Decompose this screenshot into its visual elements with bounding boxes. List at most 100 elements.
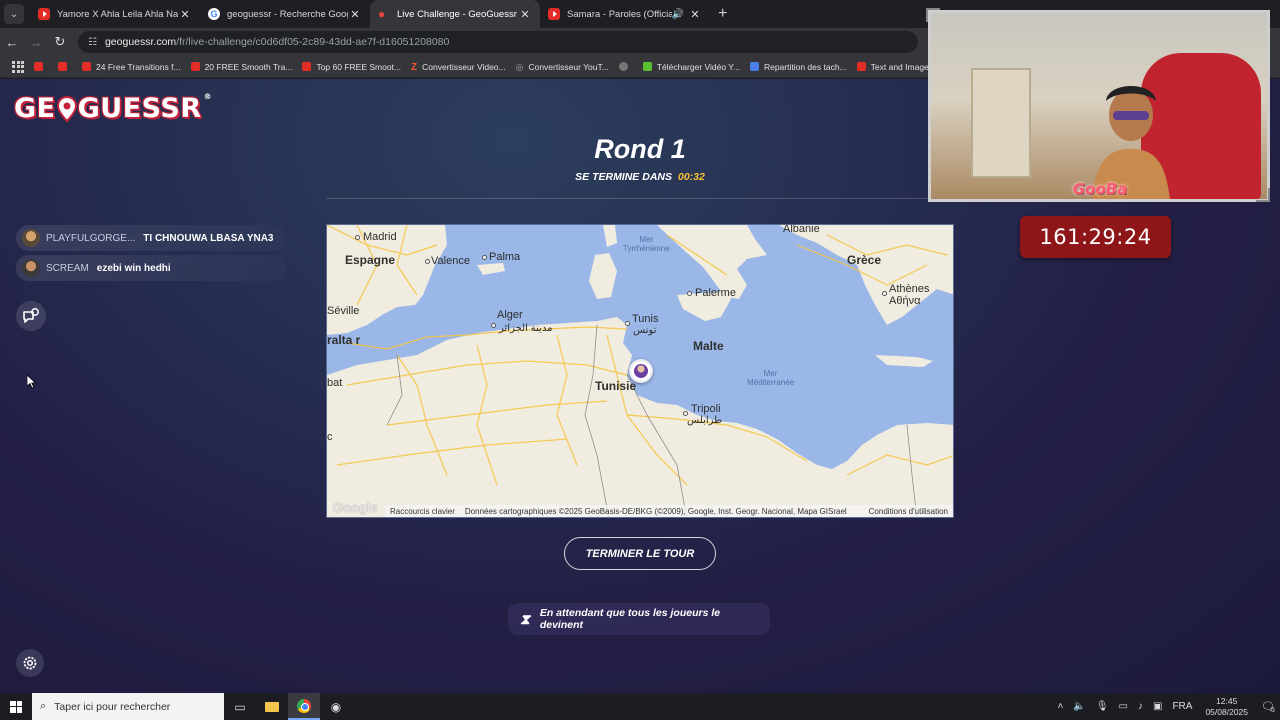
clock-date: 05/08/2025 — [1205, 706, 1248, 717]
bookmark[interactable]: Repartition des tach... — [749, 61, 847, 72]
start-button[interactable] — [0, 693, 32, 720]
browser-tab-active[interactable]: ● Live Challenge - GeoGuessr ✕ — [370, 0, 540, 28]
site-info-icon[interactable]: ☷ — [88, 37, 97, 48]
task-view-button[interactable]: ▭ — [224, 693, 256, 720]
browser-tab[interactable]: G geoguessr - Recherche Google ✕ — [200, 0, 370, 28]
bookmark-label: Convertisseur Video... — [422, 61, 506, 72]
browser-tab[interactable]: Samara - Paroles (Official M 🔊 ✕ — [540, 0, 710, 28]
youtube-icon — [34, 62, 43, 71]
countdown-timer: 00:32 — [677, 171, 705, 183]
app-taskbar-button[interactable]: ◉ — [320, 693, 352, 720]
webcam-furniture — [971, 68, 1031, 178]
notification-count: 5 — [1271, 707, 1275, 714]
tab-title: Yamore X Ahla Leila Ahla Nas (I — [57, 8, 178, 20]
bookmark-label: Repartition des tach... — [763, 61, 847, 72]
clock[interactable]: 12:45 05/08/2025 — [1205, 696, 1248, 718]
geoguessr-icon: ● — [378, 7, 386, 21]
bookmark[interactable]: ◎ Convertisseur YouT... — [515, 62, 609, 73]
chat-text: TI CHNOUWA LBASA YNA3 — [143, 232, 274, 244]
download-icon — [642, 62, 652, 71]
language-indicator[interactable]: FRA — [1172, 701, 1192, 712]
avatar — [22, 229, 40, 247]
map-label: Tunisie — [595, 379, 637, 393]
geoguessr-logo[interactable]: GE GUESSR ® — [14, 92, 213, 124]
mouse-cursor-icon — [27, 375, 37, 389]
map-attribution: Données cartographiques ©2025 GeoBasis-D… — [464, 506, 847, 516]
city-dot — [482, 255, 487, 260]
map-label: Séville — [327, 305, 360, 317]
guess-map[interactable]: Madrid Espagne Valence Palma Séville ral… — [326, 224, 954, 518]
google-logo: Google — [333, 500, 378, 515]
youtube-icon — [548, 8, 560, 20]
taskbar-search[interactable]: ⌕ Taper ici pour rechercher — [32, 693, 224, 720]
map-label: Palerme — [695, 287, 736, 299]
map-label: ralta r — [327, 333, 361, 347]
speaker-icon[interactable]: 🔊 — [672, 9, 684, 20]
file-explorer-button[interactable] — [256, 693, 288, 720]
finish-round-button[interactable]: TERMINER LE TOUR — [564, 537, 716, 570]
device-icon[interactable]: ▣ — [1153, 701, 1162, 712]
close-icon[interactable]: ✕ — [178, 8, 192, 21]
bookmark[interactable]: Top 60 FREE Smoot... — [302, 62, 401, 72]
network-icon[interactable]: ▭ — [1119, 701, 1128, 712]
browser-tab[interactable]: Yamore X Ahla Leila Ahla Nas (I ✕ — [30, 0, 200, 28]
city-dot — [425, 259, 430, 264]
task-view-icon: ▭ — [234, 699, 246, 714]
player-guess-marker[interactable] — [629, 359, 653, 383]
map-label: bat — [327, 377, 343, 389]
ends-in-label: SE TERMINE DANS — [575, 171, 672, 183]
google-icon: G — [208, 8, 220, 20]
notification-center-button[interactable]: 🗨 5 — [1256, 693, 1280, 720]
map-label: طرابلس — [687, 415, 723, 426]
close-icon[interactable]: ✕ — [348, 8, 362, 21]
volume-icon[interactable]: ♪ — [1138, 701, 1143, 712]
sea-label: Mer Méditerranée — [747, 369, 795, 387]
system-tray: ˄ 🔈 🎙 ▭ ♪ ▣ FRA 12:45 05/08/2025 🗨 5 — [1053, 693, 1280, 720]
city-dot — [882, 291, 887, 296]
bookmark[interactable]: 20 FREE Smooth Tra... — [190, 62, 292, 72]
close-icon[interactable]: ✕ — [518, 8, 532, 21]
webcam-frame-corner — [926, 8, 940, 22]
reload-icon[interactable]: ↻ — [48, 34, 72, 50]
webcam-frame-corner — [1256, 188, 1270, 202]
stream-session-timer: 161:29:24 — [1020, 216, 1171, 258]
bookmark[interactable]: 24 Free Transitions f... — [82, 62, 181, 72]
round-countdown: SE TERMINE DANS 00:32 — [440, 171, 840, 183]
chat-text: ezebi win hedhi — [96, 262, 171, 274]
converter-icon: ◎ — [515, 62, 524, 72]
youtube-icon — [302, 62, 312, 71]
microphone-icon[interactable]: 🎙 — [1096, 701, 1109, 712]
terms-link[interactable]: Conditions d'utilisation — [869, 507, 948, 516]
url-host: geoguessr.com — [104, 36, 177, 48]
apps-icon[interactable] — [12, 60, 24, 73]
taskbar-search-placeholder: Taper ici pour rechercher — [54, 700, 171, 713]
back-icon[interactable]: ← — [0, 35, 24, 50]
chrome-taskbar-button[interactable] — [288, 693, 320, 720]
address-bar[interactable]: ☷ geoguessr.com /fr/live-challenge/c0d6d… — [78, 31, 918, 53]
chat-message: SCREAM ezebi win hedhi — [16, 255, 286, 281]
close-icon[interactable]: ✕ — [688, 8, 702, 21]
bookmark[interactable] — [58, 62, 72, 71]
bookmark[interactable] — [34, 62, 48, 71]
registered-mark: ® — [203, 92, 213, 101]
speaker-icon[interactable]: 🔈 — [1073, 701, 1085, 712]
forward-icon[interactable]: → — [24, 35, 48, 50]
chat-toggle-button[interactable] — [16, 301, 46, 331]
map-label: Valence — [431, 255, 470, 267]
folder-icon — [265, 701, 279, 712]
round-title: Rond 1 — [594, 134, 686, 164]
map-label: Albanie — [783, 224, 820, 235]
map-attribution-bar: Raccourcis clavier Données cartographiqu… — [385, 505, 953, 517]
bookmark[interactable]: Z Convertisseur Video... — [411, 61, 506, 74]
tab-search-button[interactable]: ⌄ — [4, 4, 24, 24]
bookmark[interactable]: Télécharger Vidéo Y... — [642, 62, 740, 72]
location-pin-icon — [56, 95, 77, 122]
chevron-up-icon[interactable]: ˄ — [1058, 701, 1064, 712]
keyboard-shortcuts-link[interactable]: Raccourcis clavier — [390, 507, 455, 516]
city-dot — [625, 321, 630, 326]
settings-button[interactable] — [16, 649, 44, 677]
new-tab-button[interactable]: + — [718, 5, 727, 23]
map-label: Tunis — [632, 313, 659, 325]
bookmark[interactable] — [618, 62, 633, 71]
logo-text-left: GE — [14, 93, 56, 124]
